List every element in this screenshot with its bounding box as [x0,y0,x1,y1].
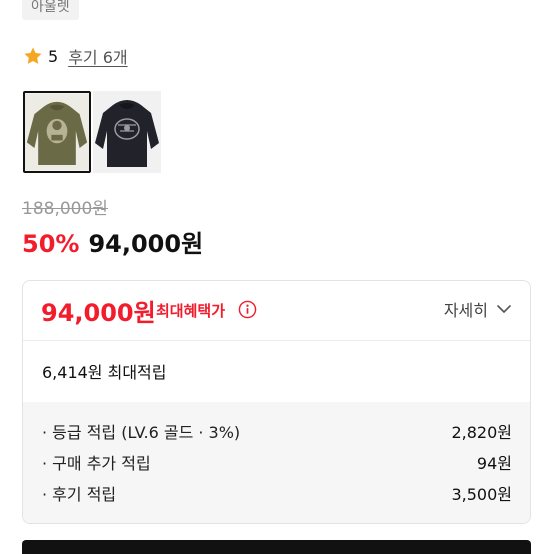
detail-toggle-button[interactable]: 자세히 [444,297,512,321]
black-hoodie-image [93,91,161,173]
olive-hoodie-image [25,93,89,171]
detail-toggle-label: 자세히 [443,301,488,320]
points-row-value: 3,500원 [451,485,512,504]
max-points-text: 6,414원 최대적립 [42,363,167,382]
chevron-down-icon [496,301,512,317]
original-price: 188,000원 [22,199,108,219]
rating-summary: 5 후기 6개 [23,44,128,68]
thumbnail-black-hoodie[interactable] [93,91,161,173]
max-benefit-box: 94,000원 최대혜택가 자세히 6,414원 최대적립 · 등급 적립 (L… [22,280,531,524]
points-row-label: · 등급 적립 (LV.6 골드 · 3%) [42,423,241,442]
points-row-review: · 후기 적립 3,500원 [42,481,512,504]
max-benefit-label: 최대혜택가 [156,302,226,320]
thumbnail-list [23,91,161,173]
points-row-value: 94원 [476,454,512,473]
rating-score: 5 [48,46,59,66]
max-benefit-price: 94,000원 [41,299,156,327]
thumbnail-olive-hoodie[interactable] [23,91,91,173]
outlet-tag: 아울렛 [22,0,79,20]
benefit-header: 94,000원 최대혜택가 자세히 [23,281,530,339]
benefit-divider [23,340,530,341]
points-row-label: · 후기 적립 [42,485,117,504]
purchase-button[interactable] [22,540,531,554]
star-icon [23,46,43,66]
review-count-link[interactable]: 후기 6개 [68,44,127,68]
points-row-grade: · 등급 적립 (LV.6 골드 · 3%) 2,820원 [42,419,512,442]
sale-price: 94,000원 [88,230,204,258]
points-row-purchase: · 구매 추가 적립 94원 [42,450,512,473]
discount-rate: 50% [22,230,80,258]
points-row-value: 2,820원 [451,423,512,442]
sale-price-line: 50% 94,000원 [22,224,203,259]
points-breakdown: · 등급 적립 (LV.6 골드 · 3%) 2,820원 · 구매 추가 적립… [23,402,530,523]
info-icon[interactable] [238,300,257,319]
points-row-label: · 구매 추가 적립 [42,454,151,473]
